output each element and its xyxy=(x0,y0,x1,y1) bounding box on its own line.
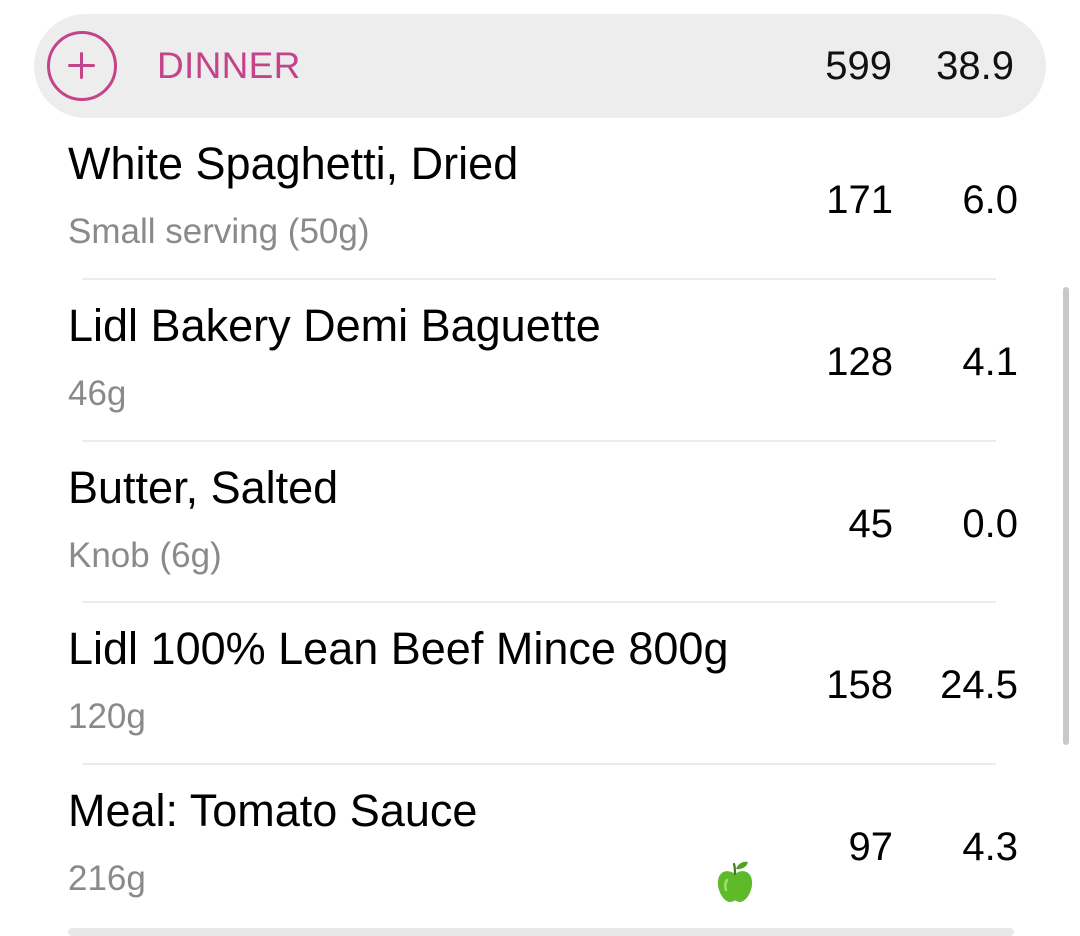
food-serving: 46g xyxy=(68,374,127,413)
food-serving: 120g xyxy=(68,697,146,736)
food-name: Lidl 100% Lean Beef Mince 800g xyxy=(68,623,729,674)
food-protein: 0.0 xyxy=(962,502,1018,546)
food-calories: 171 xyxy=(826,178,893,222)
scrollbar[interactable] xyxy=(1063,287,1069,745)
meal-header: DINNER 599 38.9 xyxy=(34,14,1046,118)
meal-total-protein: 38.9 xyxy=(936,44,1014,88)
food-protein: 6.0 xyxy=(962,178,1018,222)
food-name: Meal: Tomato Sauce xyxy=(68,785,478,836)
food-calories: 128 xyxy=(826,340,893,384)
food-row[interactable]: Butter, Salted Knob (6g) 45 0.0 xyxy=(0,442,1080,604)
food-name: White Spaghetti, Dried xyxy=(68,138,519,189)
food-serving: Small serving (50g) xyxy=(68,212,370,251)
food-row[interactable]: White Spaghetti, Dried Small serving (50… xyxy=(0,118,1080,280)
food-protein: 4.3 xyxy=(962,825,1018,869)
green-apple-icon xyxy=(717,861,753,902)
food-calories: 97 xyxy=(848,825,894,869)
next-section-edge xyxy=(68,928,1014,936)
food-name: Butter, Salted xyxy=(68,462,339,513)
add-food-plus-icon[interactable] xyxy=(47,31,117,101)
food-serving: 216g xyxy=(68,859,146,898)
food-row[interactable]: Meal: Tomato Sauce 216g 97 4.3 xyxy=(0,765,1080,927)
food-serving: Knob (6g) xyxy=(68,536,222,575)
meal-total-calories: 599 xyxy=(825,44,892,88)
food-calories: 158 xyxy=(826,663,893,707)
meal-title: DINNER xyxy=(157,45,301,86)
food-calories: 45 xyxy=(848,502,894,546)
food-name: Lidl Bakery Demi Baguette xyxy=(68,300,601,351)
food-row[interactable]: Lidl Bakery Demi Baguette 46g 128 4.1 xyxy=(0,280,1080,442)
food-protein: 4.1 xyxy=(962,340,1018,384)
food-row[interactable]: Lidl 100% Lean Beef Mince 800g 120g 158 … xyxy=(0,603,1080,765)
food-protein: 24.5 xyxy=(940,663,1018,707)
